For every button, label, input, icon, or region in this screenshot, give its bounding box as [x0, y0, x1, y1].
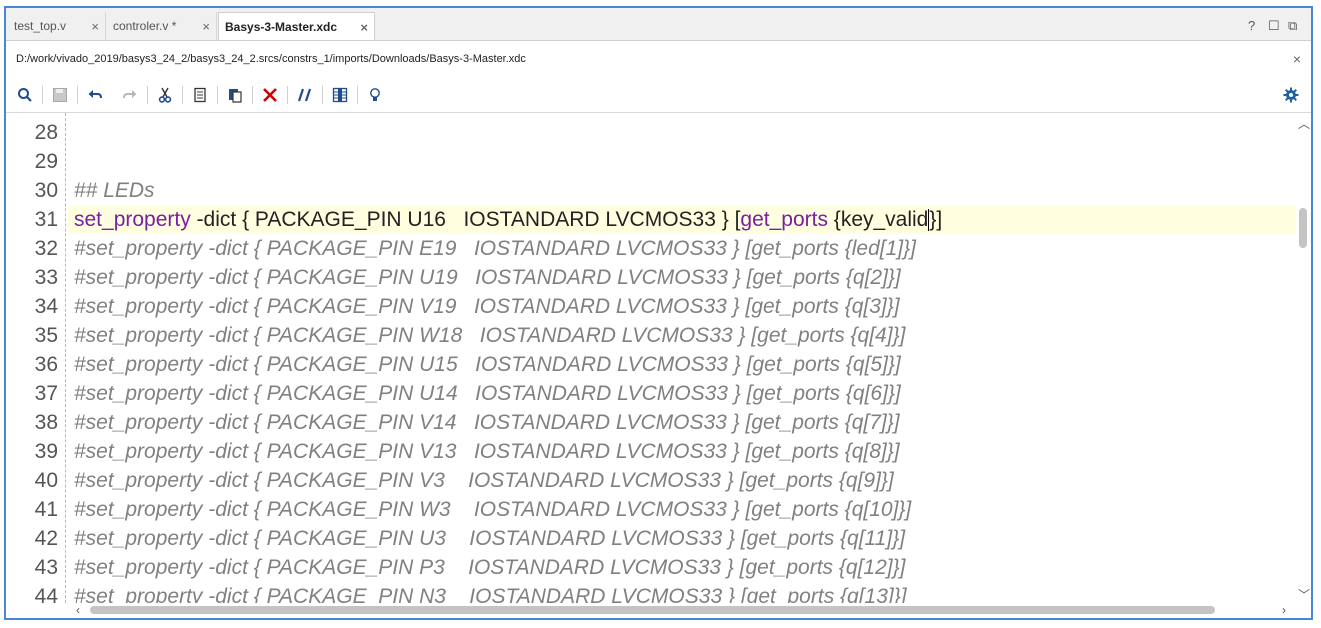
- copy-icon[interactable]: [191, 86, 209, 104]
- line-number: 33: [34, 266, 58, 289]
- code-token: }]: [929, 208, 943, 231]
- code-line[interactable]: #set_property -dict { PACKAGE_PIN V13 IO…: [74, 440, 900, 464]
- line-number: 32: [34, 237, 58, 260]
- tab-label: Basys-3-Master.xdc: [225, 19, 338, 34]
- close-icon[interactable]: ×: [91, 19, 99, 34]
- editor-toolbar: [6, 78, 1311, 113]
- code-line[interactable]: #set_property -dict { PACKAGE_PIN V14 IO…: [74, 411, 900, 435]
- code-token: {key_valid: [827, 208, 929, 231]
- tab-test-top[interactable]: test_top.v ×: [8, 12, 106, 40]
- file-path-bar: D:/work/vivado_2019/basys3_24_2/basys3_2…: [6, 41, 1311, 77]
- code-text: #set_property -dict { PACKAGE_PIN V13 IO…: [74, 440, 900, 463]
- code-editor[interactable]: 28 29 30 ## LEDs 31 set_property -dict { PACK…: [6, 113, 1296, 603]
- vertical-scrollbar[interactable]: ︿ ﹀: [1296, 113, 1311, 603]
- code-token: -dict { PACKAGE_PIN U16 IOSTANDARD LVCMO…: [190, 208, 741, 231]
- cut-icon[interactable]: [156, 86, 174, 104]
- gutter-divider: [65, 113, 66, 603]
- line-number: 31: [34, 208, 58, 231]
- code-text: #set_property -dict { PACKAGE_PIN V19 IO…: [74, 295, 900, 318]
- code-line[interactable]: #set_property -dict { PACKAGE_PIN P3 IOS…: [74, 556, 905, 580]
- code-text: #set_property -dict { PACKAGE_PIN U14 IO…: [74, 382, 901, 405]
- code-text: #set_property -dict { PACKAGE_PIN E19 IO…: [74, 237, 916, 260]
- file-path: D:/work/vivado_2019/basys3_24_2/basys3_2…: [16, 53, 526, 65]
- scroll-left-icon[interactable]: ‹: [76, 603, 80, 617]
- code-text: #set_property -dict { PACKAGE_PIN W18 IO…: [74, 324, 906, 347]
- lightbulb-icon[interactable]: [366, 86, 384, 104]
- comment-icon[interactable]: [296, 86, 314, 104]
- tab-controler[interactable]: controler.v * ×: [107, 12, 217, 40]
- close-icon[interactable]: ×: [360, 20, 368, 35]
- line-number: 44: [34, 585, 58, 603]
- scroll-up-icon[interactable]: ︿: [1298, 115, 1310, 132]
- code-line[interactable]: #set_property -dict { PACKAGE_PIN N3 IOS…: [74, 585, 907, 603]
- search-icon[interactable]: [16, 86, 34, 104]
- scroll-down-icon[interactable]: ﹀: [1298, 586, 1310, 603]
- line-number: 34: [34, 295, 58, 318]
- line-number: 36: [34, 353, 58, 376]
- code-text: #set_property -dict { PACKAGE_PIN U3 IOS…: [74, 527, 906, 550]
- delete-icon[interactable]: [261, 86, 279, 104]
- code-text: ## LEDs: [74, 179, 155, 202]
- float-icon[interactable]: ⧉: [1288, 18, 1297, 34]
- editor-window: test_top.v × controler.v * × Basys-3-Mas…: [4, 6, 1313, 620]
- code-line[interactable]: #set_property -dict { PACKAGE_PIN E19 IO…: [74, 237, 916, 261]
- code-line[interactable]: #set_property -dict { PACKAGE_PIN U19 IO…: [74, 266, 901, 290]
- code-line[interactable]: #set_property -dict { PACKAGE_PIN V19 IO…: [74, 295, 900, 319]
- code-text: #set_property -dict { PACKAGE_PIN N3 IOS…: [74, 585, 907, 603]
- redo-icon[interactable]: [121, 86, 139, 104]
- code-line[interactable]: #set_property -dict { PACKAGE_PIN V3 IOS…: [74, 469, 894, 493]
- code-line[interactable]: ## LEDs: [74, 179, 155, 203]
- code-text: #set_property -dict { PACKAGE_PIN V14 IO…: [74, 411, 900, 434]
- tab-basys3-master[interactable]: Basys-3-Master.xdc ×: [218, 12, 375, 40]
- code-line[interactable]: #set_property -dict { PACKAGE_PIN W3 IOS…: [74, 498, 911, 522]
- close-icon[interactable]: ×: [1293, 51, 1301, 67]
- line-number: 37: [34, 382, 58, 405]
- line-number: 28: [34, 121, 58, 144]
- code-line[interactable]: set_property -dict { PACKAGE_PIN U16 IOS…: [74, 208, 942, 232]
- vertical-scroll-thumb[interactable]: [1299, 208, 1307, 248]
- column-select-icon[interactable]: [331, 86, 349, 104]
- code-text: #set_property -dict { PACKAGE_PIN U15 IO…: [74, 353, 901, 376]
- line-number: 41: [34, 498, 58, 521]
- code-token: set_property: [74, 208, 191, 231]
- line-number: 29: [34, 150, 58, 173]
- code-text: #set_property -dict { PACKAGE_PIN V3 IOS…: [74, 469, 894, 492]
- restore-icon[interactable]: ☐: [1268, 18, 1280, 34]
- line-number: 30: [34, 179, 58, 202]
- code-line[interactable]: #set_property -dict { PACKAGE_PIN U14 IO…: [74, 382, 901, 406]
- line-number: 35: [34, 324, 58, 347]
- code-line[interactable]: #set_property -dict { PACKAGE_PIN W18 IO…: [74, 324, 905, 348]
- tab-label: test_top.v: [14, 19, 67, 33]
- code-line[interactable]: #set_property -dict { PACKAGE_PIN U3 IOS…: [74, 527, 905, 551]
- code-text: #set_property -dict { PACKAGE_PIN W3 IOS…: [74, 498, 912, 521]
- line-number: 38: [34, 411, 58, 434]
- code-token: get_ports: [740, 208, 828, 231]
- code-text: #set_property -dict { PACKAGE_PIN U19 IO…: [74, 266, 901, 289]
- scroll-right-icon[interactable]: ›: [1282, 603, 1286, 617]
- undo-icon[interactable]: [86, 86, 104, 104]
- close-icon[interactable]: ×: [202, 19, 210, 34]
- tab-bar: test_top.v × controler.v * × Basys-3-Mas…: [6, 8, 1311, 41]
- tab-label: controler.v *: [113, 19, 177, 33]
- paste-icon[interactable]: [226, 86, 244, 104]
- line-number: 43: [34, 556, 58, 579]
- code-line[interactable]: #set_property -dict { PACKAGE_PIN U15 IO…: [74, 353, 901, 377]
- save-icon[interactable]: [51, 86, 69, 104]
- code-text: #set_property -dict { PACKAGE_PIN P3 IOS…: [74, 556, 906, 579]
- help-icon[interactable]: ?: [1248, 18, 1255, 33]
- horizontal-scroll-thumb[interactable]: [90, 606, 1215, 614]
- line-number: 42: [34, 527, 58, 550]
- line-number: 40: [34, 469, 58, 492]
- horizontal-scrollbar[interactable]: ‹ ›: [6, 603, 1311, 618]
- line-number: 39: [34, 440, 58, 463]
- gear-icon[interactable]: [1282, 86, 1300, 104]
